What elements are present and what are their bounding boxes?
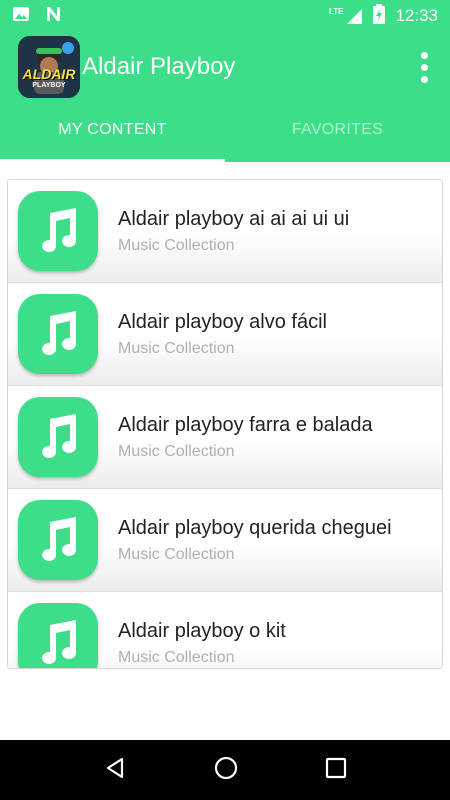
music-note-icon: [18, 603, 98, 668]
tab-favorites[interactable]: FAVORITES: [225, 102, 450, 162]
overflow-menu-icon[interactable]: [421, 51, 428, 83]
item-title: Aldair playboy alvo fácil: [118, 310, 327, 333]
photo-icon: [12, 5, 30, 28]
item-title: Aldair playboy farra e balada: [118, 413, 373, 436]
music-list[interactable]: Aldair playboy ai ai ai ui ui Music Coll…: [7, 179, 443, 669]
logo-text: ALDAIR: [22, 66, 76, 82]
item-subtitle: Music Collection: [118, 339, 235, 357]
list-item[interactable]: Aldair playboy alvo fácil Music Collecti…: [8, 283, 442, 386]
tab-my-content[interactable]: MY CONTENT: [0, 102, 225, 162]
signal-icon: [347, 9, 363, 24]
app-bar: ALDAIR PLAYBOY Aldair Playboy: [0, 32, 450, 102]
logo-subtext: PLAYBOY: [32, 82, 66, 89]
list-item[interactable]: Aldair playboy farra e balada Music Coll…: [8, 386, 442, 489]
list-item[interactable]: Aldair playboy ai ai ai ui ui Music Coll…: [8, 180, 442, 283]
recents-icon[interactable]: [325, 757, 347, 784]
list-item[interactable]: Aldair playboy o kit Music Collection: [8, 592, 442, 668]
clock: 12:33: [395, 6, 438, 25]
item-subtitle: Music Collection: [118, 545, 235, 563]
back-icon[interactable]: [103, 756, 127, 785]
list-item[interactable]: Aldair playboy querida cheguei Music Col…: [8, 489, 442, 592]
item-title: Aldair playboy o kit: [118, 619, 286, 642]
n-icon: [44, 5, 62, 28]
content-area: Aldair playboy ai ai ai ui ui Music Coll…: [0, 162, 450, 740]
music-note-icon: [18, 191, 98, 271]
app-title: Aldair Playboy: [82, 53, 236, 80]
music-note-icon: [18, 397, 98, 477]
item-title: Aldair playboy ai ai ai ui ui: [118, 207, 350, 230]
app-logo[interactable]: ALDAIR PLAYBOY: [18, 36, 80, 98]
home-icon[interactable]: [213, 755, 239, 786]
item-subtitle: Music Collection: [118, 648, 235, 666]
music-note-icon: [18, 500, 98, 580]
tab-favorites-label: FAVORITES: [291, 121, 384, 138]
item-subtitle: Music Collection: [118, 442, 235, 460]
item-subtitle: Music Collection: [118, 236, 235, 254]
status-bar: LTE 12:33: [0, 0, 450, 32]
network-type-label: LTE: [328, 7, 344, 16]
tab-my-content-label: MY CONTENT: [58, 121, 167, 138]
navigation-bar: [0, 740, 450, 800]
battery-icon: [373, 3, 386, 29]
lte-icon: LTE: [329, 7, 364, 25]
tab-bar: MY CONTENT FAVORITES: [0, 102, 450, 162]
music-note-icon: [18, 294, 98, 374]
item-title: Aldair playboy querida cheguei: [118, 516, 392, 539]
